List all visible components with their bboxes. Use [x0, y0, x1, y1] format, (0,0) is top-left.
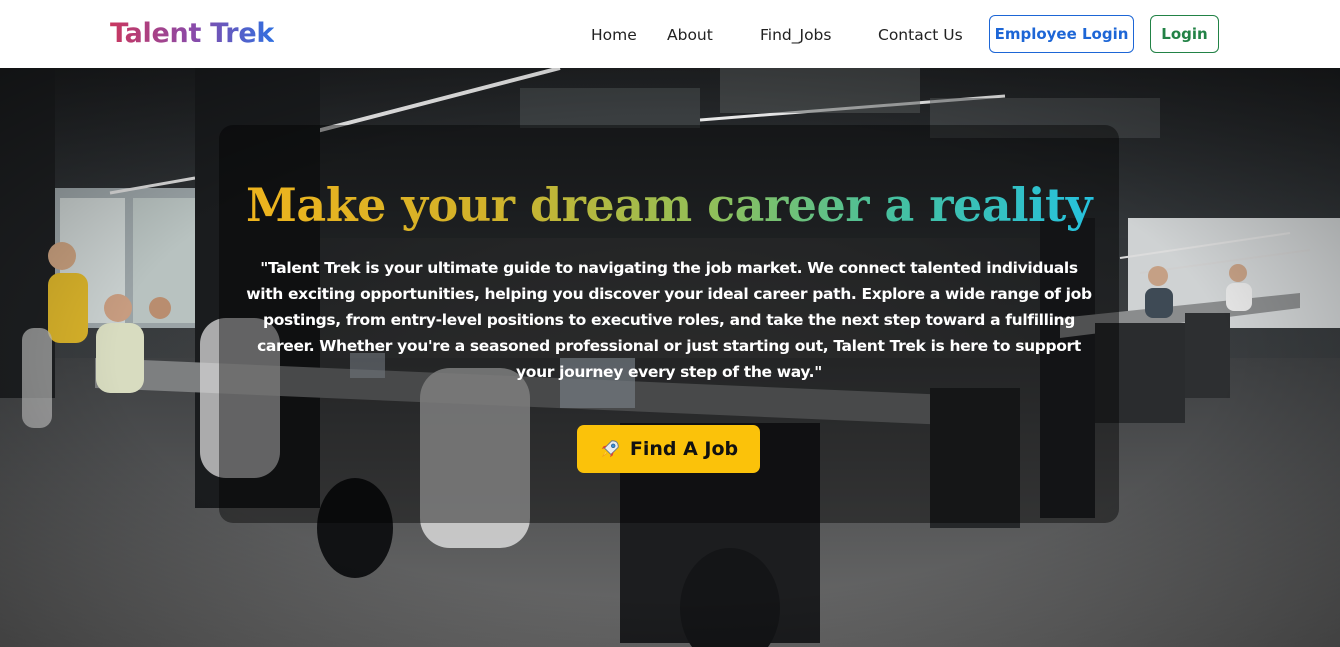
employee-login-button[interactable]: Employee Login [989, 15, 1134, 53]
hero-description: "Talent Trek is your ultimate guide to n… [246, 259, 1092, 381]
nav-link-find-jobs[interactable]: Find_Jobs [760, 25, 831, 45]
rocket-icon [601, 440, 619, 458]
login-button[interactable]: Login [1150, 15, 1219, 53]
find-job-label: Find A Job [629, 438, 739, 460]
brand-logo[interactable]: Talent Trek [110, 17, 274, 51]
nav-link-contact-us[interactable]: Contact Us [878, 25, 963, 45]
nav-link-about[interactable]: About [667, 25, 713, 45]
nav-link-home[interactable]: Home [591, 25, 637, 45]
navbar: Talent Trek Home About Find_Jobs Contact… [0, 0, 1340, 68]
find-job-button[interactable]: Find A Job [577, 425, 760, 473]
hero-title: Make your dream career a reality [219, 178, 1119, 232]
hero-section: Make your dream career a reality "Talent… [0, 68, 1340, 647]
